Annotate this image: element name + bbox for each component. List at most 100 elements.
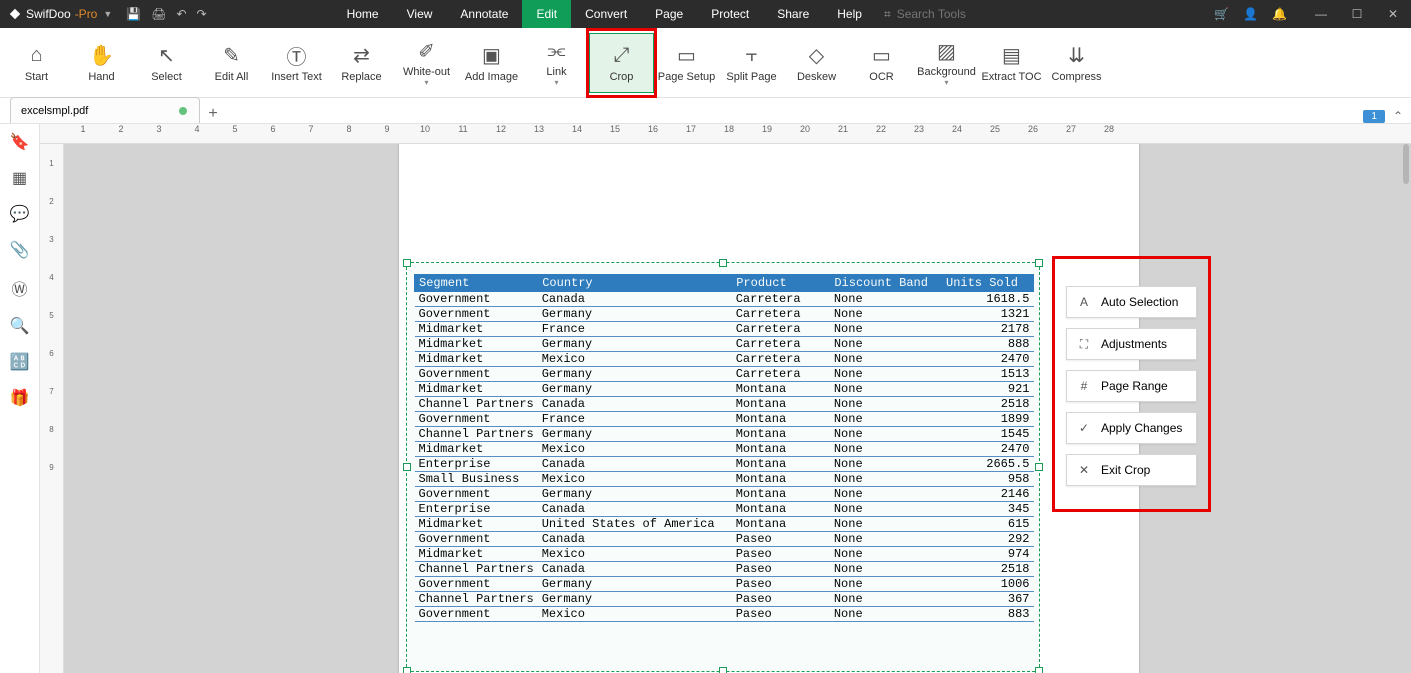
ribbon-white-out[interactable]: ✐White-out▾ (394, 33, 459, 93)
left-side-panel: 🔖 ▦ 💬 📎 Ⓦ 🔍 🔠 🎁 (0, 124, 40, 673)
crop-icon: ⤢ (614, 43, 630, 69)
split-page-icon: ⫟ (745, 43, 757, 69)
document-tab[interactable]: excelsmpl.pdf (10, 97, 200, 123)
search-tools-input[interactable] (897, 7, 997, 21)
menu-edit[interactable]: Edit (522, 0, 571, 28)
chevron-down-icon: ▾ (944, 78, 948, 87)
search-icon[interactable]: 🔍 (10, 316, 30, 336)
search-tools-icon: ⌗ (884, 7, 891, 22)
ribbon-deskew[interactable]: ◇Deskew (784, 33, 849, 93)
adjustments-icon: ⛶ (1077, 337, 1091, 352)
replace-icon: ⇄ (353, 43, 370, 69)
ocr-icon: ▭ (872, 43, 891, 69)
word-icon[interactable]: Ⓦ (11, 276, 27, 300)
document-modified-indicator-icon (179, 107, 187, 115)
minimize-button[interactable]: ― (1303, 0, 1339, 28)
horizontal-ruler: 1234567891011121314151617181920212223242… (40, 124, 1411, 144)
titlebar: SwifDoo-Pro ▼ 💾 🖨 ↶ ↷ HomeViewAnnotateEd… (0, 0, 1411, 28)
window-controls: ― ☐ ✕ (1303, 0, 1411, 28)
ribbon-split-page[interactable]: ⫟Split Page (719, 33, 784, 93)
save-icon[interactable]: 💾 (126, 7, 141, 21)
ribbon-crop[interactable]: ⤢Crop (589, 33, 654, 93)
crop-option-exit-crop[interactable]: ✕Exit Crop (1066, 454, 1197, 486)
ribbon-select[interactable]: ↖Select (134, 33, 199, 93)
thumbnails-icon[interactable]: ▦ (12, 168, 27, 188)
chevron-down-icon: ▾ (554, 78, 558, 87)
white-out-icon: ✐ (418, 38, 435, 64)
crop-option-adjustments[interactable]: ⛶Adjustments (1066, 328, 1197, 360)
vertical-ruler: 123456789 (40, 144, 64, 673)
ribbon-page-setup[interactable]: ▭Page Setup (654, 33, 719, 93)
comments-icon[interactable]: 💬 (10, 204, 30, 224)
main-menu: HomeViewAnnotateEditConvertPageProtectSh… (333, 0, 876, 28)
redo-icon[interactable]: ↷ (197, 7, 207, 21)
app-logo: SwifDoo-Pro ▼ (0, 7, 120, 21)
menu-home[interactable]: Home (333, 0, 393, 28)
user-icon[interactable]: 👤 (1243, 7, 1258, 21)
apply-changes-icon: ✓ (1077, 421, 1091, 435)
menu-share[interactable]: Share (763, 0, 823, 28)
compress-icon: ⇊ (1068, 43, 1085, 69)
page-number-badge[interactable]: 1 (1363, 110, 1385, 123)
ribbon-add-image[interactable]: ▣Add Image (459, 33, 524, 93)
canvas[interactable]: SegmentCountryProductDiscount BandUnits … (64, 144, 1411, 673)
vertical-scrollbar[interactable] (1403, 144, 1409, 184)
page-range-icon: # (1077, 379, 1091, 393)
menu-page[interactable]: Page (641, 0, 697, 28)
ribbon-link[interactable]: ⫘Link▾ (524, 33, 589, 93)
crop-selection[interactable] (406, 262, 1040, 672)
crop-handle-n[interactable] (719, 259, 727, 267)
ribbon-edit-all[interactable]: ✎Edit All (199, 33, 264, 93)
ribbon-replace[interactable]: ⇄Replace (329, 33, 394, 93)
crop-handle-w[interactable] (403, 463, 411, 471)
link-icon: ⫘ (548, 38, 566, 64)
ribbon-start[interactable]: ⌂Start (4, 33, 69, 93)
ribbon-background[interactable]: ▨Background▾ (914, 33, 979, 93)
crop-option-auto-selection[interactable]: AAuto Selection (1066, 286, 1197, 318)
document-tabbar: excelsmpl.pdf + 1 ⌃ (0, 98, 1411, 124)
ribbon-compress[interactable]: ⇊Compress (1044, 33, 1109, 93)
ribbon-insert-text[interactable]: ⓉInsert Text (264, 33, 329, 93)
crop-options-panel: AAuto Selection⛶Adjustments#Page Range✓A… (1054, 274, 1209, 498)
bookmark-icon[interactable]: 🔖 (10, 132, 30, 152)
ribbon: ⌂Start✋Hand↖Select✎Edit AllⓉInsert Text⇄… (0, 28, 1411, 98)
search-tools[interactable]: ⌗ (884, 7, 997, 22)
extract-toc-icon: ▤ (1002, 43, 1021, 69)
close-button[interactable]: ✕ (1375, 0, 1411, 28)
page-panel-chevron-icon[interactable]: ⌃ (1393, 109, 1403, 123)
new-tab-button[interactable]: + (200, 105, 226, 123)
app-menu-chevron-icon[interactable]: ▼ (103, 9, 112, 19)
menu-help[interactable]: Help (823, 0, 876, 28)
chevron-down-icon: ▾ (424, 78, 428, 87)
crop-handle-sw[interactable] (403, 667, 411, 673)
menu-protect[interactable]: Protect (697, 0, 763, 28)
crop-handle-s[interactable] (719, 667, 727, 673)
crop-option-apply-changes[interactable]: ✓Apply Changes (1066, 412, 1197, 444)
menu-annotate[interactable]: Annotate (446, 0, 522, 28)
cart-icon[interactable]: 🛒 (1214, 7, 1229, 21)
menu-convert[interactable]: Convert (571, 0, 641, 28)
menu-view[interactable]: View (393, 0, 447, 28)
bell-icon[interactable]: 🔔 (1272, 7, 1287, 21)
titlebar-right-icons: 🛒 👤 🔔 (1206, 7, 1295, 21)
ribbon-hand[interactable]: ✋Hand (69, 33, 134, 93)
maximize-button[interactable]: ☐ (1339, 0, 1375, 28)
ribbon-extract-toc[interactable]: ▤Extract TOC (979, 33, 1044, 93)
crop-handle-e[interactable] (1035, 463, 1043, 471)
main-area: 🔖 ▦ 💬 📎 Ⓦ 🔍 🔠 🎁 123456789101112131415161… (0, 124, 1411, 673)
canvas-wrapper: 1234567891011121314151617181920212223242… (40, 124, 1411, 673)
crop-option-page-range[interactable]: #Page Range (1066, 370, 1197, 402)
ribbon-ocr[interactable]: ▭OCR (849, 33, 914, 93)
background-icon: ▨ (937, 38, 956, 64)
quick-toolbar: 💾 🖨 ↶ ↷ (120, 7, 212, 21)
attachments-icon[interactable]: 📎 (10, 240, 30, 260)
crop-handle-se[interactable] (1035, 667, 1043, 673)
crop-handle-nw[interactable] (403, 259, 411, 267)
gift-icon[interactable]: 🎁 (10, 388, 30, 408)
print-icon[interactable]: 🖨 (151, 7, 166, 21)
auto-selection-icon: A (1077, 295, 1091, 309)
large-text-icon[interactable]: 🔠 (10, 352, 30, 372)
edit-all-icon: ✎ (223, 43, 240, 69)
crop-handle-ne[interactable] (1035, 259, 1043, 267)
undo-icon[interactable]: ↶ (176, 7, 186, 21)
